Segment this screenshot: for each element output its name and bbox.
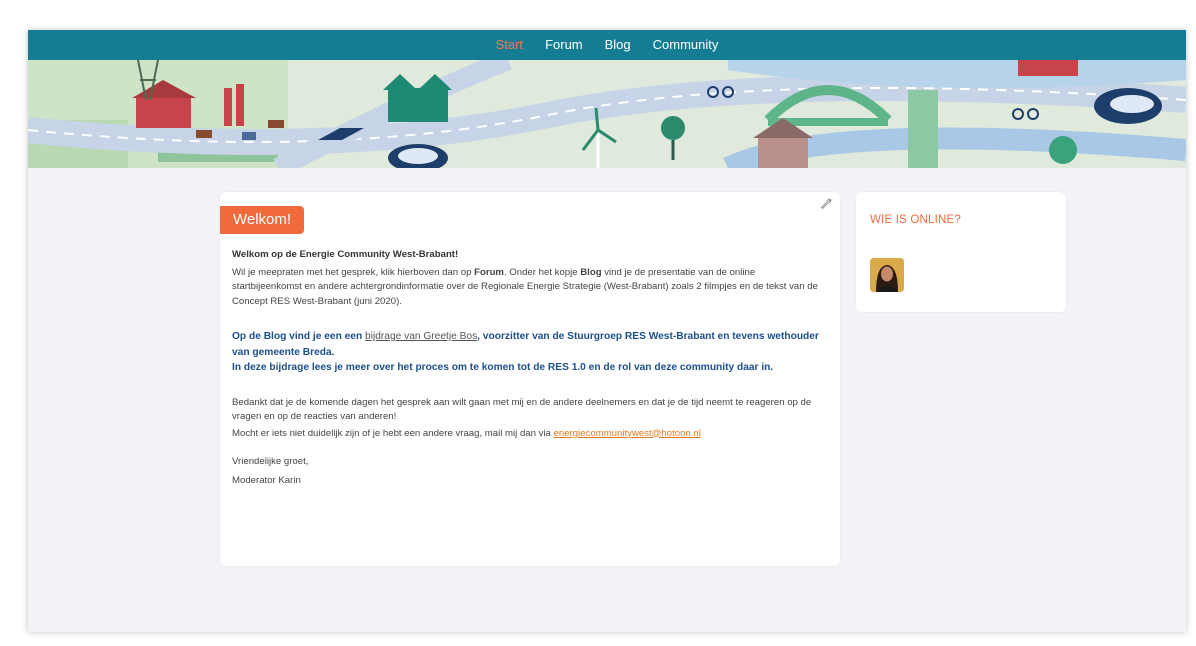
page-frame: Start Forum Blog Community Welkom! Welko… <box>28 30 1186 632</box>
top-navigation: Start Forum Blog Community <box>28 30 1186 60</box>
blog-keyword: Blog <box>580 266 602 278</box>
welcome-badge: Welkom! <box>220 206 305 234</box>
wrench-icon[interactable] <box>820 198 832 210</box>
contact-text: Mocht er iets niet duidelijk zijn of je … <box>232 427 554 439</box>
blog-text-1: Op de Blog vind je een een <box>232 331 366 342</box>
header-illustration <box>28 60 1186 168</box>
nav-start[interactable]: Start <box>485 30 534 60</box>
intro-text-1: Wil je meepraten met het gesprek, klik h… <box>232 266 475 278</box>
online-title: WIE IS ONLINE? <box>870 214 961 226</box>
online-users-card: WIE IS ONLINE? <box>856 192 1066 312</box>
blog-paragraph: Op de Blog vind je een een bijdrage van … <box>232 329 822 376</box>
intro-paragraph: Wil je meepraten met het gesprek, klik h… <box>232 266 822 310</box>
nav-community[interactable]: Community <box>642 30 730 60</box>
user-avatar[interactable] <box>870 258 904 292</box>
email-link[interactable]: energiecommunitywest@hotoon.nl <box>554 428 701 439</box>
nav-blog[interactable]: Blog <box>594 30 642 60</box>
nav-forum[interactable]: Forum <box>534 30 594 60</box>
forum-keyword: Forum <box>474 266 504 278</box>
thanks-paragraph: Bedankt dat je de komende dagen het gesp… <box>232 396 812 423</box>
welcome-content: Welkom op de Energie Community West-Brab… <box>232 248 822 488</box>
greeting-text: Vriendelijke groet, <box>232 456 309 467</box>
blog-text-3: In deze bijdrage lees je meer over het p… <box>232 362 774 373</box>
intro-text-2: . Onder het kopje <box>503 266 581 278</box>
welcome-card: Welkom! Welkom op de Energie Community W… <box>220 192 840 566</box>
contact-paragraph: Mocht er iets niet duidelijk zijn of je … <box>232 427 822 442</box>
signature-text: Moderator Karin <box>232 474 301 486</box>
greetje-bos-link[interactable]: bijdrage van Greetje Bos <box>365 331 477 342</box>
welcome-heading: Welkom op de Energie Community West-Brab… <box>232 249 459 260</box>
avatar-image <box>870 258 904 292</box>
